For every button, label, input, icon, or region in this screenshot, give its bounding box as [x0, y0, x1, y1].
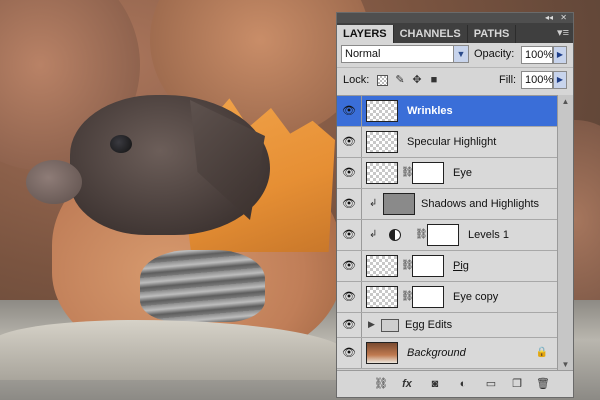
divider: [361, 251, 362, 281]
fill-slider-button[interactable]: ▶: [553, 71, 567, 89]
visibility-eye-icon[interactable]: 👁: [342, 104, 356, 118]
divider: [361, 189, 362, 219]
fill-field[interactable]: 100%: [521, 71, 553, 89]
layer-mask-thumbnail[interactable]: [412, 286, 444, 308]
layer-thumbnail: [366, 286, 398, 308]
visibility-eye-icon[interactable]: 👁: [342, 197, 356, 211]
layer-row-pig[interactable]: 👁 ⛓ Pig: [337, 251, 558, 282]
fx-icon[interactable]: fx: [399, 377, 415, 391]
lock-image-icon[interactable]: ✎: [394, 74, 406, 86]
tab-layers[interactable]: LAYERS: [337, 25, 394, 43]
opacity-slider-button[interactable]: ▶: [553, 46, 567, 64]
divider: [361, 338, 362, 368]
layer-name[interactable]: Specular Highlight: [407, 136, 496, 148]
layer-row-background[interactable]: 👁 Background 🔒: [337, 338, 558, 369]
layer-name[interactable]: Egg Edits: [405, 319, 452, 331]
layer-name[interactable]: Wrinkles: [407, 105, 453, 117]
visibility-eye-icon[interactable]: 👁: [342, 135, 356, 149]
opacity-label: Opacity:: [474, 48, 515, 60]
layer-row-eye[interactable]: 👁 ⛓ Eye: [337, 158, 558, 189]
opacity-field[interactable]: 100%: [521, 46, 553, 64]
scroll-down-icon[interactable]: ▼: [558, 360, 573, 369]
tab-paths[interactable]: PATHS: [468, 25, 517, 43]
new-layer-icon[interactable]: ❐: [509, 377, 525, 391]
layer-mask-thumbnail[interactable]: [427, 224, 459, 246]
collapse-icon[interactable]: ◂◂: [545, 13, 553, 23]
add-mask-icon[interactable]: ◙: [427, 377, 443, 391]
visibility-eye-icon[interactable]: 👁: [342, 166, 356, 180]
mask-link-icon[interactable]: ⛓: [415, 229, 428, 240]
visibility-eye-icon[interactable]: 👁: [342, 259, 356, 273]
lock-label: Lock:: [343, 74, 370, 86]
layer-list-scrollbar[interactable]: ▲ ▼: [557, 95, 573, 371]
layer-thumbnail: [383, 193, 415, 215]
folder-icon: [381, 319, 399, 332]
layer-thumbnail: [366, 342, 398, 364]
divider: [361, 158, 362, 188]
layer-row-egg-edits[interactable]: 👁 ▶ Egg Edits: [337, 313, 558, 338]
panel-footer: ⛓ fx ◙ ◐ ▭ ❐ 🗑: [337, 370, 573, 397]
expand-group-icon[interactable]: ▶: [368, 319, 375, 330]
layer-row-wrinkles[interactable]: 👁 Wrinkles: [337, 96, 558, 127]
blend-row: Normal ▼ Opacity: 100% ▶: [337, 43, 573, 67]
blend-mode-value: Normal: [345, 48, 381, 60]
panel-tabs: LAYERS CHANNELS PATHS ▾≡: [337, 23, 573, 43]
layer-thumbnail: [366, 255, 398, 277]
layers-panel: ◂◂ ✕ LAYERS CHANNELS PATHS ▾≡ Normal ▼ O…: [336, 12, 574, 398]
layer-name[interactable]: Background: [407, 347, 466, 359]
new-adjustment-icon[interactable]: ◐: [455, 377, 471, 391]
visibility-eye-icon[interactable]: 👁: [342, 318, 356, 332]
divider: [361, 282, 362, 312]
divider: [361, 313, 362, 337]
close-icon[interactable]: ✕: [560, 13, 567, 23]
layer-row-eye-copy[interactable]: 👁 ⛓ Eye copy: [337, 282, 558, 313]
link-layers-icon[interactable]: ⛓: [373, 377, 389, 391]
layer-thumbnail: [366, 162, 398, 184]
blend-mode-select[interactable]: Normal ▼: [341, 45, 469, 63]
clipping-arrow-icon: ↲: [369, 229, 378, 240]
layer-row-shadows-and-highlights[interactable]: 👁 ↲ Shadows and Highlights: [337, 189, 558, 220]
clipping-arrow-icon: ↲: [369, 198, 378, 209]
layer-row-levels-1[interactable]: 👁 ↲ ⛓ Levels 1: [337, 220, 558, 251]
divider: [361, 127, 362, 157]
visibility-eye-icon[interactable]: 👁: [342, 346, 356, 360]
tab-channels[interactable]: CHANNELS: [394, 25, 468, 43]
layer-name[interactable]: Shadows and Highlights: [421, 198, 539, 210]
adjustment-layer-icon: [389, 229, 401, 241]
pig-snout: [26, 160, 82, 204]
layer-name[interactable]: Eye: [453, 167, 472, 179]
panel-titlebar[interactable]: ◂◂ ✕: [337, 13, 573, 23]
layer-name[interactable]: Eye copy: [453, 291, 498, 303]
wrinkles-texture: [140, 250, 265, 322]
pig-eye: [110, 135, 132, 153]
layer-mask-thumbnail[interactable]: [412, 255, 444, 277]
divider: [361, 96, 362, 126]
layer-name[interactable]: Levels 1: [468, 229, 509, 241]
layer-mask-thumbnail[interactable]: [412, 162, 444, 184]
visibility-eye-icon[interactable]: 👁: [342, 228, 356, 242]
lock-position-icon[interactable]: ✥: [411, 74, 423, 86]
layer-name[interactable]: Pig: [453, 260, 469, 272]
lock-row: Lock: ✎ ✥ ■ Fill: 100% ▶: [337, 67, 573, 94]
lock-icon: 🔒: [535, 347, 548, 358]
scroll-up-icon[interactable]: ▲: [558, 97, 573, 106]
panel-menu-icon[interactable]: ▾≡: [557, 26, 569, 39]
chevron-down-icon[interactable]: ▼: [453, 46, 468, 62]
layer-thumbnail: [366, 131, 398, 153]
divider: [361, 220, 362, 250]
lock-transparent-icon[interactable]: [377, 75, 388, 86]
trash-icon[interactable]: 🗑: [535, 377, 551, 391]
lock-all-icon[interactable]: ■: [428, 74, 440, 86]
new-group-icon[interactable]: ▭: [483, 377, 499, 391]
fill-label: Fill:: [499, 74, 517, 86]
layer-row-specular-highlight[interactable]: 👁 Specular Highlight: [337, 127, 558, 158]
layer-thumbnail: [366, 100, 398, 122]
layer-list: 👁 Wrinkles 👁 Specular Highlight 👁 ⛓ Eye …: [337, 95, 558, 372]
visibility-eye-icon[interactable]: 👁: [342, 290, 356, 304]
